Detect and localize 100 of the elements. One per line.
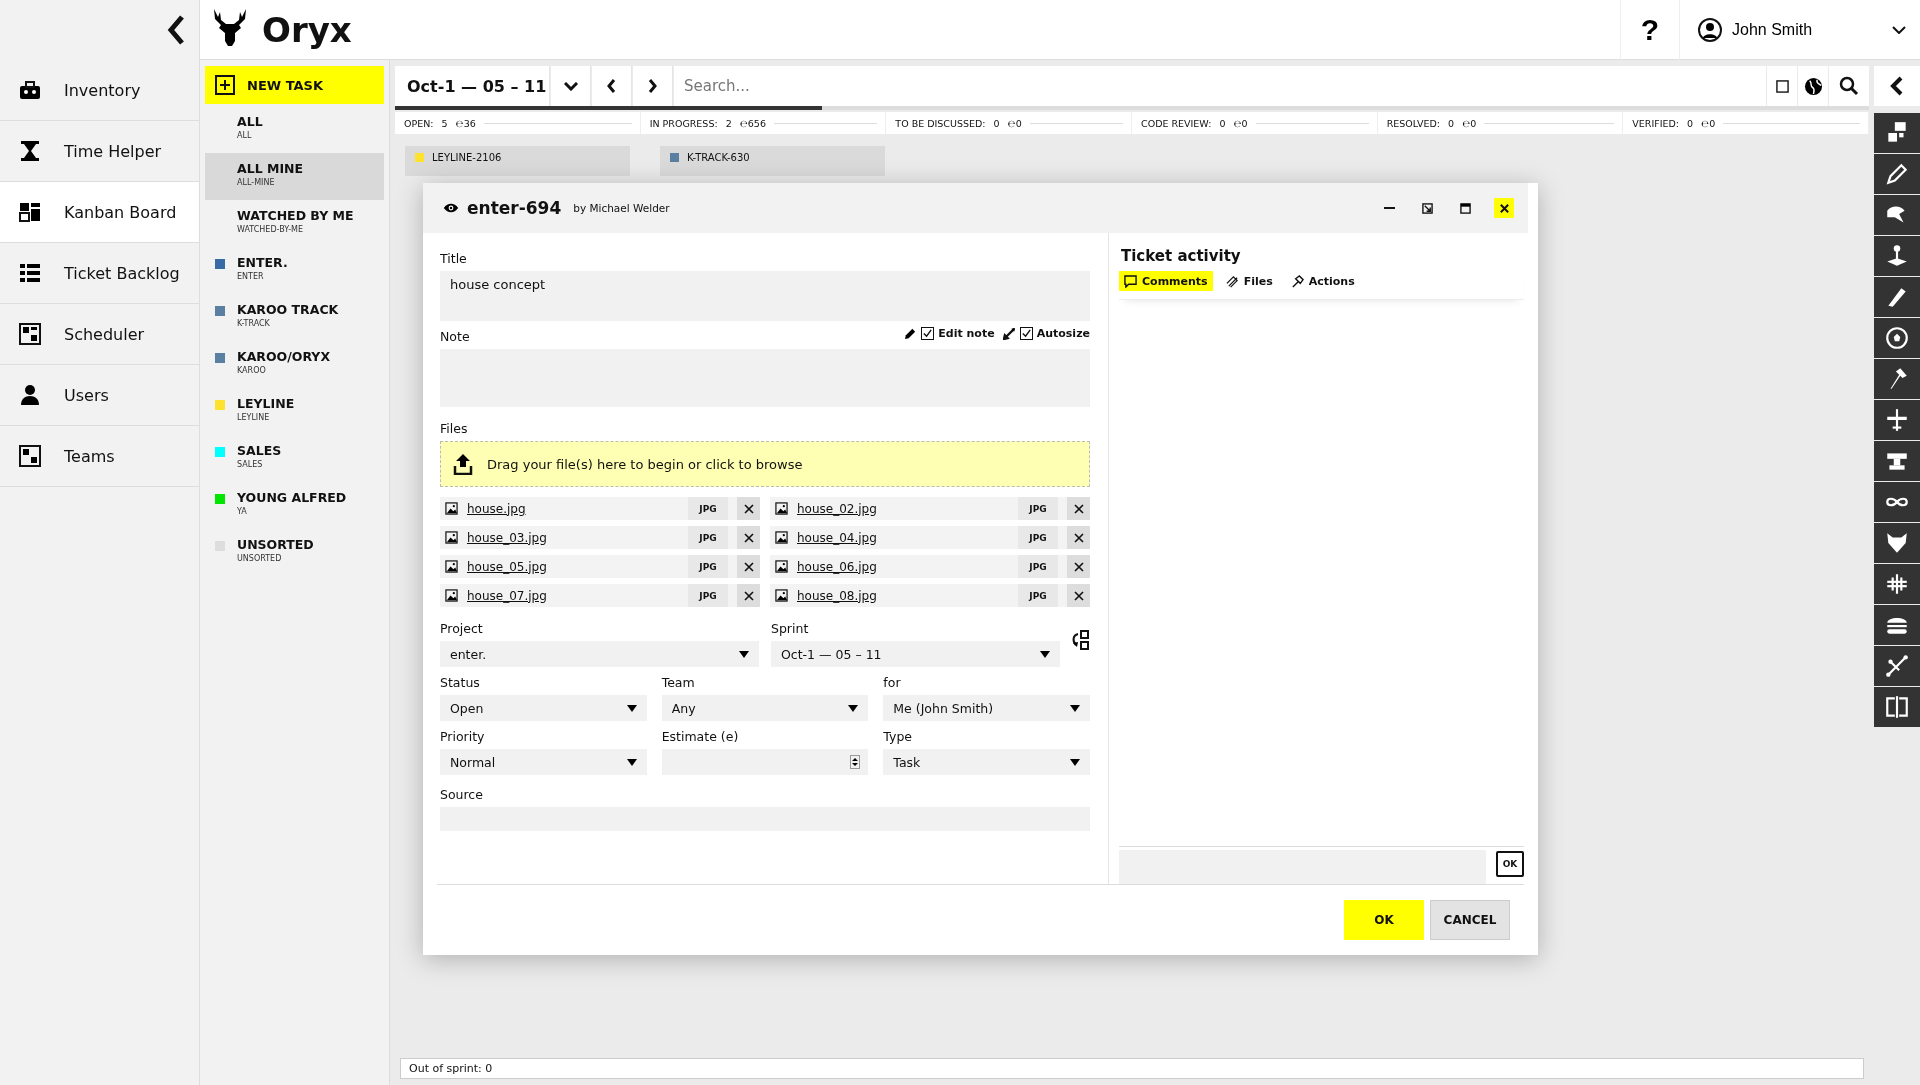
activity-title: Ticket activity <box>1121 247 1242 265</box>
project-item[interactable]: UNSORTED UNSORTED <box>205 529 384 576</box>
globe-button[interactable] <box>1798 66 1828 106</box>
checkbox[interactable] <box>921 327 935 340</box>
nav-item[interactable]: Scheduler <box>0 304 199 365</box>
file-link[interactable]: house_06.jpg <box>797 559 1009 574</box>
nav-item[interactable]: Ticket Backlog <box>0 243 199 304</box>
remove-file-button[interactable] <box>737 526 760 549</box>
image-file-icon <box>775 531 788 544</box>
globe-icon <box>1803 76 1823 96</box>
remove-file-button[interactable] <box>1067 526 1090 549</box>
column-label: VERIFIED: <box>1632 117 1680 129</box>
user-menu[interactable]: John Smith <box>1680 0 1920 60</box>
nav-item[interactable]: Users <box>0 365 199 426</box>
new-task-button[interactable]: NEW TASK <box>205 66 384 104</box>
help-button[interactable]: ? <box>1620 0 1680 60</box>
select-field[interactable]: Me (John Smith) <box>883 695 1090 721</box>
select-field[interactable]: Any <box>661 695 869 721</box>
remove-file-button[interactable] <box>1067 555 1090 578</box>
toolbar-button[interactable] <box>1874 523 1920 563</box>
activity-tab[interactable]: Comments <box>1119 271 1213 291</box>
search-button[interactable] <box>1829 66 1869 106</box>
remove-file-button[interactable] <box>737 584 760 607</box>
file-dropzone[interactable]: Drag your file(s) here to begin or click to browse <box>440 441 1090 487</box>
toolbar-button[interactable] <box>1874 687 1920 727</box>
previous-button[interactable] <box>592 66 632 106</box>
file-link[interactable]: house_08.jpg <box>797 588 1009 603</box>
dropdown-button[interactable] <box>551 66 591 106</box>
file-link[interactable]: house_05.jpg <box>467 559 679 574</box>
checkbox-option[interactable]: Edit note <box>921 327 995 340</box>
file-link[interactable]: house_02.jpg <box>797 501 1009 516</box>
toolbar-button[interactable] <box>1874 236 1920 276</box>
column-estimate: ℮0 <box>1007 117 1022 129</box>
panel-toggle-button[interactable] <box>1874 66 1920 106</box>
ok-button[interactable]: OK <box>1344 900 1424 940</box>
user-icon <box>18 383 42 407</box>
close-button[interactable] <box>1494 198 1514 218</box>
checkbox-option[interactable]: Autosize <box>1019 327 1090 340</box>
search-field[interactable]: Search... <box>674 66 1766 106</box>
toolbar-button[interactable] <box>1874 646 1920 686</box>
project-item[interactable]: KAROO/ORYX KAROO <box>205 341 384 388</box>
checkbox[interactable] <box>1775 79 1789 93</box>
sprint-selector[interactable]: Oct-1 — 05 – 11 <box>395 66 550 106</box>
select-field[interactable]: Task <box>883 749 1090 775</box>
activity-tab[interactable]: Actions <box>1285 271 1360 291</box>
toolbar-button[interactable] <box>1874 113 1920 153</box>
toolbar-button[interactable] <box>1874 482 1920 522</box>
toolbar-button[interactable] <box>1874 195 1920 235</box>
caret-down-icon <box>1040 650 1050 658</box>
move-sprint-icon[interactable] <box>1070 630 1090 650</box>
kanban-card[interactable]: K-TRACK-630 <box>660 146 885 176</box>
resize-icon <box>1421 202 1433 214</box>
nav-item[interactable]: Kanban Board <box>0 182 199 243</box>
field-label: Estimate (e) <box>661 729 740 744</box>
app-logo-text: Oryx <box>262 9 352 50</box>
toolbar-button[interactable] <box>1874 318 1920 358</box>
remove-file-button[interactable] <box>1067 497 1090 520</box>
file-link[interactable]: house_07.jpg <box>467 588 679 603</box>
file-link[interactable]: house_04.jpg <box>797 530 1009 545</box>
cancel-button[interactable]: CANCEL <box>1430 900 1510 940</box>
activity-tab[interactable]: Files <box>1220 271 1278 291</box>
toolbar-button[interactable] <box>1874 441 1920 481</box>
select-field[interactable]: Normal <box>440 749 647 775</box>
select-field[interactable]: Oct-1 — 05 – 11 <box>771 641 1060 667</box>
project-item[interactable]: LEYLINE LEYLINE <box>205 388 384 435</box>
remove-file-button[interactable] <box>1067 584 1090 607</box>
project-item[interactable]: SALES SALES <box>205 435 384 482</box>
send-comment-button[interactable]: OK <box>1496 851 1524 877</box>
project-item[interactable]: ALL ALL <box>205 106 384 153</box>
toolbar-button[interactable] <box>1874 605 1920 645</box>
column-estimate: ℮0 <box>1701 117 1716 129</box>
title-field[interactable]: house concept <box>440 271 1090 321</box>
project-item[interactable]: KAROO TRACK K-TRACK <box>205 294 384 341</box>
project-item[interactable]: YOUNG ALFRED YA <box>205 482 384 529</box>
grid-icon <box>1884 571 1910 597</box>
nav-item[interactable]: Inventory <box>0 60 199 121</box>
project-item[interactable]: ALL MINE ALL-MINE <box>205 153 384 200</box>
project-item[interactable]: ENTER. ENTER <box>205 247 384 294</box>
select-field[interactable]: enter. <box>440 641 759 667</box>
kanban-card[interactable]: LEYLINE-2106 <box>405 146 630 176</box>
file-type-tag: JPG <box>688 526 728 549</box>
remove-file-button[interactable] <box>737 555 760 578</box>
remove-file-button[interactable] <box>737 497 760 520</box>
collapse-button[interactable] <box>167 14 187 45</box>
board-icon <box>18 200 42 224</box>
toolbar-button[interactable] <box>1874 359 1920 399</box>
toolbar-button[interactable] <box>1874 400 1920 440</box>
toolbar-button[interactable] <box>1874 154 1920 194</box>
nav-item[interactable]: Teams <box>0 426 199 487</box>
toolbar-button[interactable] <box>1874 277 1920 317</box>
file-link[interactable]: house.jpg <box>467 501 679 516</box>
next-button[interactable] <box>633 66 673 106</box>
estimate-field[interactable] <box>661 749 869 775</box>
hammer-icon <box>1290 274 1304 288</box>
checkbox[interactable] <box>1019 327 1033 340</box>
select-field[interactable]: Open <box>440 695 647 721</box>
file-link[interactable]: house_03.jpg <box>467 530 679 545</box>
comment-field[interactable] <box>1119 850 1486 884</box>
project-item[interactable]: WATCHED BY ME WATCHED-BY-ME <box>205 200 384 247</box>
toolbar-button[interactable] <box>1874 564 1920 604</box>
